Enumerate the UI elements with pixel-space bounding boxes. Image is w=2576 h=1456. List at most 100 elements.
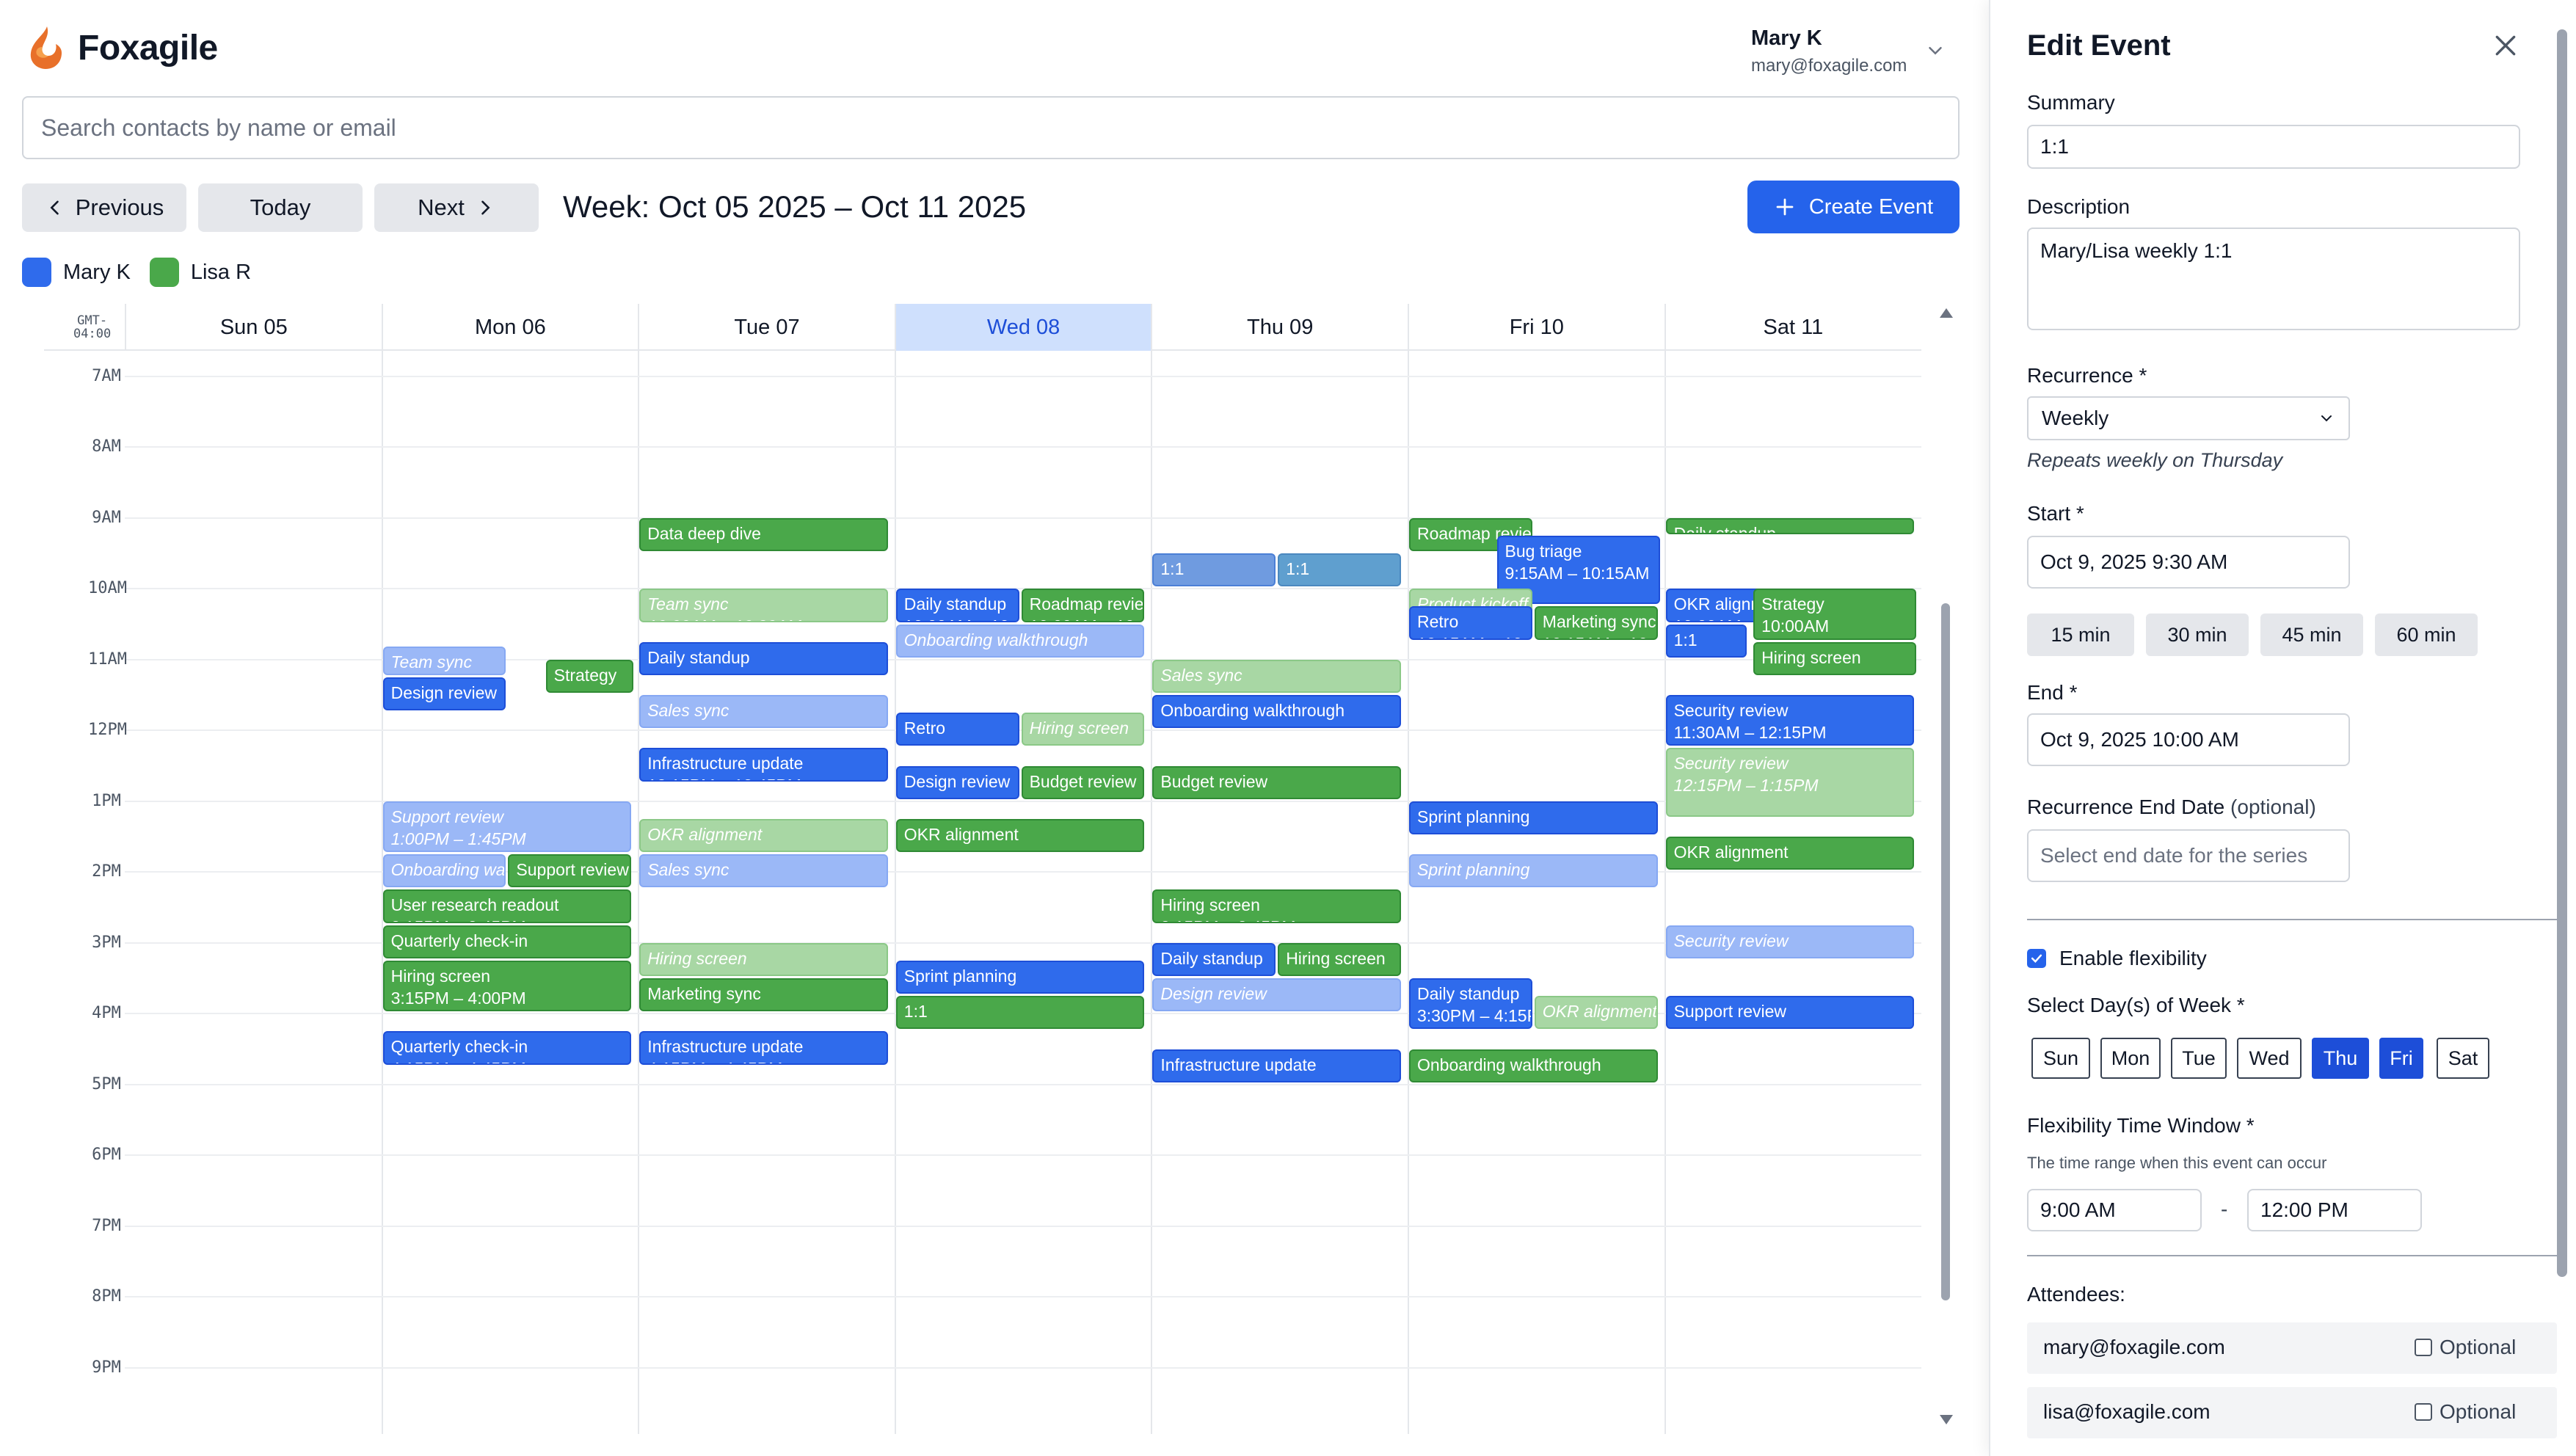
calendar-event[interactable]: Quarterly check-in4:15PM – 4:45PM — [382, 1031, 632, 1065]
calendar-scrollbar-thumb[interactable] — [1941, 603, 1950, 1300]
today-button[interactable]: Today — [198, 183, 363, 232]
optional-checkbox[interactable] — [2415, 1339, 2432, 1356]
calendar-event[interactable]: OKR alignment1:30PM – 2:00PM — [1665, 837, 1915, 870]
day-header[interactable]: Wed 08 — [894, 304, 1151, 351]
calendar-event[interactable]: 1:1 10:30AM – 11:00AM — [1665, 624, 1747, 658]
calendar-event[interactable]: Budget review 12:30PM – 1:00PM — [1152, 765, 1401, 799]
day-header[interactable]: Thu 09 — [1151, 304, 1408, 351]
calendar-event[interactable]: Sprint planning1:45PM – 2:15PM — [1409, 854, 1658, 888]
day-chip-tue[interactable]: Tue — [2171, 1038, 2227, 1079]
day-header[interactable]: Sun 05 — [125, 304, 382, 351]
checkbox-checked-icon[interactable] — [2027, 949, 2046, 968]
calendar-event[interactable]: OKR alignment1:15PM – 1:45PM — [639, 818, 888, 853]
calendar-event[interactable]: Support review1:45PM – 2:15PM — [508, 854, 632, 888]
calendar-event[interactable]: Marketing sync3:30PM – 4:00PM — [639, 978, 888, 1012]
calendar-event[interactable]: Support review3:45PM – 4:15PM — [1665, 996, 1915, 1030]
calendar-event[interactable]: Sprint planning3:15PM – 3:45PM — [895, 960, 1145, 994]
day-chip-sun[interactable]: Sun — [2031, 1038, 2090, 1079]
recurrence-select[interactable]: Weekly — [2027, 396, 2350, 440]
calendar-event[interactable]: Design review 12:30PM – 1:00PM — [895, 765, 1019, 799]
window-end-input[interactable] — [2247, 1189, 2422, 1231]
calendar-event[interactable]: Sales sync1:45PM – 2:15PM — [639, 854, 888, 888]
day-header[interactable]: Fri 10 — [1408, 304, 1664, 351]
calendar-event[interactable]: Infrastructure update 4:30PM – 5:00PM — [1152, 1049, 1401, 1082]
calendar-event[interactable]: Support review 1:00PM – 1:45PM — [382, 801, 632, 853]
calendar-event[interactable]: Security review 11:30AM – 12:15PM — [1665, 695, 1915, 746]
start-input[interactable] — [2027, 536, 2350, 589]
calendar-event[interactable]: Security review 12:15PM – 1:15PM — [1665, 748, 1915, 817]
calendar-event[interactable]: Sales sync11:00AM – 11:30AM — [1152, 659, 1401, 694]
calendar-event[interactable]: Design review 11:15AM – 11:45AM — [382, 677, 506, 711]
calendar-event[interactable]: 1:13:45PM – 4:15PM — [895, 996, 1145, 1030]
duration-15-button[interactable]: 15 min — [2027, 614, 2134, 656]
calendar-event[interactable]: Marketing sync10:15AM – 10:45AM — [1534, 606, 1658, 640]
day-chip-thu[interactable]: Thu — [2312, 1038, 2369, 1079]
previous-button[interactable]: Previous — [22, 183, 186, 232]
create-event-button[interactable]: Create Event — [1747, 181, 1960, 233]
legend-item-lisa[interactable]: Lisa R — [149, 258, 251, 287]
flexibility-toggle[interactable]: Enable flexibility — [2027, 947, 2207, 970]
calendar-event[interactable]: User research readout2:15PM – 2:45PM — [382, 889, 632, 923]
calendar-event[interactable]: Sales sync11:30AM – 12:00PM — [639, 695, 888, 729]
calendar-event[interactable]: 1:19:30AM – 10:00AM — [1278, 553, 1401, 587]
calendar-event[interactable]: Sprint planning 1:00PM – 1:30PM — [1409, 801, 1658, 835]
calendar-event[interactable]: OKR alignment3:45PM – 4:15PM — [1534, 996, 1658, 1030]
day-header[interactable]: Mon 06 — [381, 304, 638, 351]
panel-scrollbar[interactable] — [2557, 29, 2567, 1277]
calendar-event[interactable]: Hiring screen3:00PM – 3:30PM — [639, 942, 888, 977]
scroll-up-icon[interactable] — [1940, 308, 1953, 318]
calendar-event[interactable]: Design review3:30PM – 4:00PM — [1152, 978, 1401, 1012]
calendar-event[interactable]: Hiring screen2:15PM – 2:45PM — [1152, 889, 1401, 923]
day-chip-fri[interactable]: Fri — [2379, 1038, 2423, 1079]
day-chip-wed[interactable]: Wed — [2237, 1038, 2302, 1079]
scroll-down-icon[interactable] — [1940, 1415, 1953, 1424]
calendar-event[interactable]: Daily standup3:30PM – 4:15PM — [1409, 978, 1532, 1030]
legend-item-mary[interactable]: Mary K — [22, 258, 131, 287]
optional-checkbox[interactable] — [2415, 1403, 2432, 1421]
window-start-input[interactable] — [2027, 1189, 2202, 1231]
calendar-event[interactable]: OKR alignment1:15PM – 1:45PM — [895, 818, 1145, 853]
calendar-event[interactable]: Infrastructure update12:15PM – 12:45PM — [639, 748, 888, 782]
search-input[interactable] — [22, 96, 1960, 159]
calendar-event[interactable]: Hiring screen 3:15PM – 4:00PM — [382, 960, 632, 1012]
duration-45-button[interactable]: 45 min — [2260, 614, 2363, 656]
end-input[interactable] — [2027, 713, 2350, 766]
calendar-event[interactable]: Daily standup 10:45AM – 11:15AM — [639, 641, 888, 675]
calendar-event[interactable]: Strategy11:00AM — [545, 659, 634, 694]
calendar-event[interactable]: Onboarding walkthrough 4:30PM – 5:00PM — [1409, 1049, 1658, 1082]
day-header[interactable]: Tue 07 — [638, 304, 895, 351]
calendar-event[interactable]: Strategy 10:00AM — [1753, 589, 1917, 640]
summary-input[interactable] — [2027, 125, 2520, 169]
calendar-event[interactable]: Retro11:45AM – 12:15PM — [895, 713, 1019, 746]
calendar-event[interactable]: Onboarding walkthrough1:45PM – 2:15PM — [382, 854, 506, 888]
calendar-event[interactable]: Infrastructure update4:15PM – 4:45PM — [639, 1031, 888, 1065]
calendar-event[interactable]: Hiring screen11:45AM – 12:15PM — [1021, 713, 1145, 746]
calendar-event[interactable]: Security review 2:45PM – 3:15PM — [1665, 925, 1915, 958]
recurrence-end-input[interactable] — [2027, 829, 2350, 882]
day-chip-mon[interactable]: Mon — [2100, 1038, 2161, 1079]
calendar-event[interactable]: Roadmap review10:00AM – 10:30AM — [1021, 589, 1145, 622]
calendar-event[interactable]: Daily standup9:00AM – 9:15AM — [1665, 517, 1915, 534]
day-chip-sat[interactable]: Sat — [2437, 1038, 2489, 1079]
calendar-event[interactable]: Quarterly check-in 2:45PM – 3:15PM — [382, 925, 632, 958]
calendar-event[interactable]: Daily standup3:00PM – 3:30PM — [1152, 942, 1276, 977]
calendar-event[interactable]: Budget review 12:30PM – 1:00PM — [1021, 765, 1145, 799]
calendar-event[interactable]: Daily standup10:00AM – 10:30AM — [895, 589, 1019, 622]
calendar-event[interactable]: Hiring screen3:00PM – 3:30PM — [1278, 942, 1401, 977]
user-menu[interactable]: Mary K mary@foxagile.com — [1751, 25, 1949, 81]
calendar-event[interactable]: Data deep dive 9:00AM – 9:30AM — [639, 517, 888, 552]
day-header[interactable]: Sat 11 — [1664, 304, 1921, 351]
description-textarea[interactable]: Mary/Lisa weekly 1:1 — [2027, 228, 2520, 330]
calendar-event[interactable]: Retro10:15AM – 10:45AM — [1409, 606, 1532, 640]
calendar-event[interactable]: Team sync10:45AM – 11:15AM — [382, 647, 506, 675]
close-icon[interactable] — [2491, 31, 2520, 60]
calendar-event[interactable]: 1:19:30AM – 10:00AM — [1152, 553, 1276, 587]
calendar-event[interactable]: Onboarding walkthrough11:30AM – 12:00PM — [1152, 695, 1401, 729]
calendar-event[interactable]: Onboarding walkthrough 10:30AM – 11:00AM — [895, 624, 1145, 658]
calendar-event[interactable]: Team sync10:00AM – 10:30AM — [639, 589, 888, 622]
duration-60-button[interactable]: 60 min — [2375, 614, 2478, 656]
next-button[interactable]: Next — [374, 183, 539, 232]
chevron-down-icon[interactable] — [1924, 40, 1946, 62]
duration-30-button[interactable]: 30 min — [2146, 614, 2249, 656]
calendar-event[interactable]: Hiring screen 10:45AM – 11:15AM — [1753, 641, 1917, 675]
